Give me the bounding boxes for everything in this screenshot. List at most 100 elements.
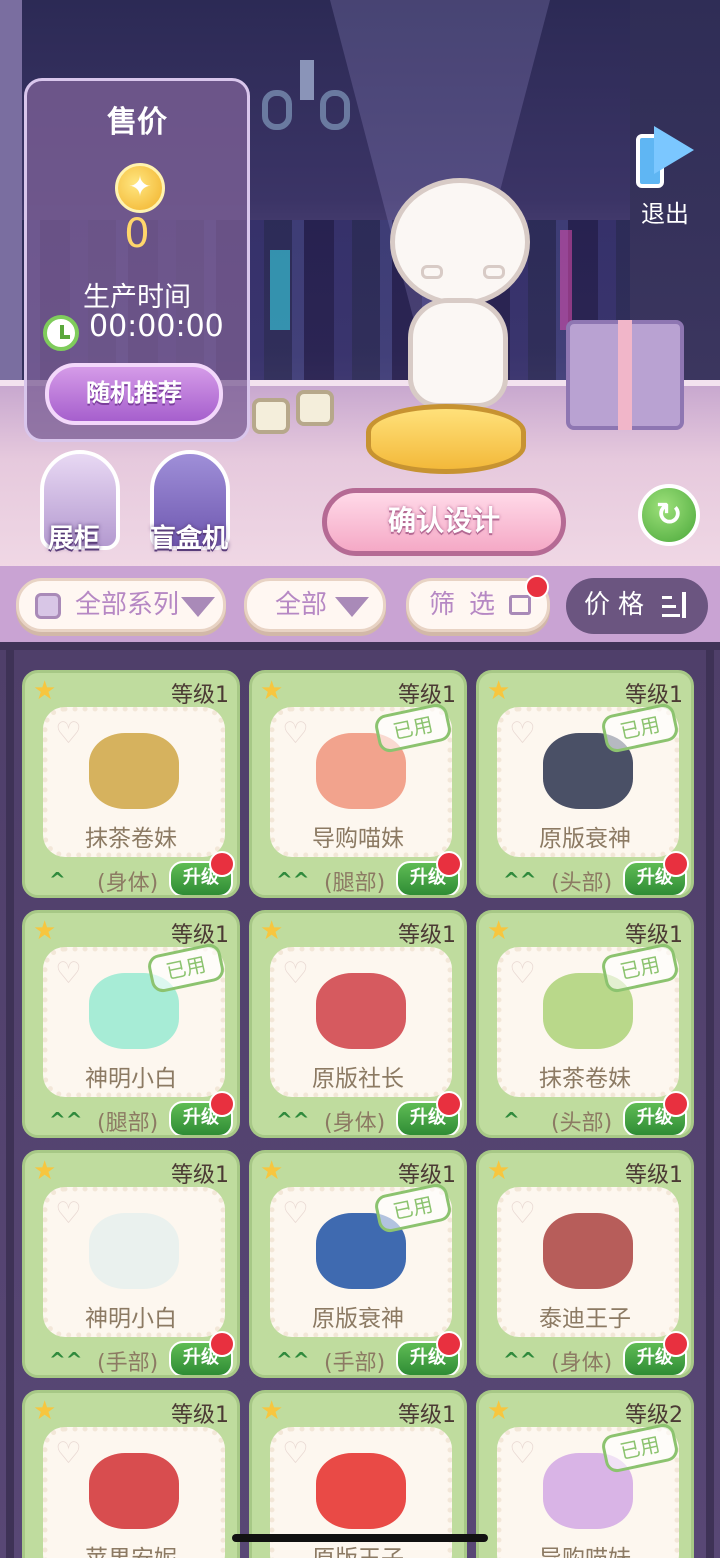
notification-dot — [436, 851, 462, 877]
notification-dot — [436, 1091, 462, 1117]
star-icon[interactable]: ★ — [33, 1397, 61, 1425]
sort-ascending-icon — [662, 592, 694, 622]
item-card[interactable]: ★ 等级1 ♡ 抹茶卷妹 已用 ^ (头部) 升级 — [476, 910, 694, 1138]
item-card[interactable]: ★等级2♡导购喵妹已用 — [476, 1390, 694, 1558]
blindbox-label[interactable]: 盲盒机 — [150, 518, 228, 555]
item-card[interactable]: ★ 等级1 ♡ 神明小白 ^^ (手部) 升级 — [22, 1150, 240, 1378]
item-grid: ★ 等级1 ♡ 抹茶卷妹 ^ (身体) 升级 ★ 等级1 ♡ 导购喵妹 已用 ^^ (腿部) 升级 ★ 等级1 ♡… — [0, 642, 720, 1558]
item-name: 苹果安妮 — [25, 1539, 237, 1558]
exit-icon[interactable] — [630, 120, 704, 190]
chevron-down-icon — [335, 597, 369, 617]
item-card[interactable]: ★ 等级1 ♡ 泰迪王子 ^^ (身体) 升级 — [476, 1150, 694, 1378]
item-name: 抹茶卷妹 — [85, 826, 177, 852]
item-level: 等级1 — [171, 1403, 229, 1428]
item-level: 等级1 — [398, 1403, 456, 1428]
rank-up-icon: ^^ — [276, 1348, 310, 1372]
notification-dot — [209, 851, 235, 877]
heart-icon[interactable]: ♡ — [282, 1439, 309, 1469]
category-filter-dropdown[interactable]: 全部 — [244, 578, 386, 632]
star-icon[interactable]: ★ — [487, 1397, 515, 1425]
star-icon[interactable]: ★ — [33, 677, 61, 705]
item-card[interactable]: ★ 等级1 ♡ 原版社长 ^^ (身体) 升级 — [249, 910, 467, 1138]
price-panel: 售价 ✦ 0 生产时间 00:00:00 随机推荐 — [24, 78, 250, 442]
rank-up-icon: ^^ — [49, 1348, 83, 1372]
item-image — [316, 973, 406, 1049]
heart-icon[interactable]: ♡ — [282, 719, 309, 749]
exit-label[interactable]: 退出 — [632, 194, 698, 229]
item-level: 等级1 — [625, 1163, 683, 1188]
claw-icon — [262, 60, 352, 140]
item-part: (腿部) — [97, 1111, 159, 1136]
star-icon[interactable]: ★ — [260, 917, 288, 945]
star-icon[interactable]: ★ — [260, 1397, 288, 1425]
notification-dot — [663, 851, 689, 877]
star-icon[interactable]: ★ — [260, 677, 288, 705]
price-sort-button[interactable]: 价格 — [566, 578, 708, 634]
heart-icon[interactable]: ♡ — [509, 1439, 536, 1469]
heart-icon[interactable]: ♡ — [55, 959, 82, 989]
cabinet-label[interactable]: 展柜 — [48, 518, 100, 555]
item-card[interactable]: ★ 等级1 ♡ 导购喵妹 已用 ^^ (腿部) 升级 — [249, 670, 467, 898]
item-name: 神明小白 — [85, 1306, 177, 1332]
series-filter-dropdown[interactable]: 全部系列 — [16, 578, 226, 632]
item-part: (身体) — [324, 1111, 386, 1136]
item-image — [89, 1213, 179, 1289]
item-part: (手部) — [324, 1351, 386, 1376]
star-icon[interactable]: ★ — [260, 1157, 288, 1185]
item-name: 神明小白 — [85, 1066, 177, 1092]
item-part: (手部) — [97, 1351, 159, 1376]
heart-icon[interactable]: ♡ — [509, 719, 536, 749]
heart-icon[interactable]: ♡ — [509, 1199, 536, 1229]
item-name: 泰迪王子 — [539, 1306, 631, 1332]
heart-icon[interactable]: ♡ — [55, 1439, 82, 1469]
item-level: 等级2 — [625, 1403, 683, 1428]
coin-icon: ✦ — [115, 163, 165, 213]
item-level: 等级1 — [398, 683, 456, 708]
rank-up-icon: ^ — [503, 1108, 520, 1132]
filter-bar: 全部系列 全部 筛选 价格 — [0, 566, 720, 642]
rank-up-icon: ^^ — [49, 1108, 83, 1132]
item-image — [543, 1213, 633, 1289]
item-name: 原版衰神 — [312, 1306, 404, 1332]
rank-up-icon: ^ — [49, 868, 66, 892]
heart-icon[interactable]: ♡ — [282, 959, 309, 989]
gift-box — [566, 320, 684, 430]
item-level: 等级1 — [398, 923, 456, 948]
heart-icon[interactable]: ♡ — [55, 1199, 82, 1229]
item-name: 导购喵妹 — [312, 826, 404, 852]
item-card[interactable]: ★等级1♡原版王子 — [249, 1390, 467, 1558]
item-card[interactable]: ★ 等级1 ♡ 原版衰神 已用 ^^ (头部) 升级 — [476, 670, 694, 898]
series-icon — [35, 593, 61, 619]
price-value: 0 — [124, 211, 150, 257]
item-name: 导购喵妹 — [479, 1539, 691, 1558]
heart-icon[interactable]: ♡ — [55, 719, 82, 749]
item-card[interactable]: ★ 等级1 ♡ 苹果安妮 — [22, 1390, 240, 1558]
star-icon[interactable]: ★ — [487, 677, 515, 705]
item-card[interactable]: ★ 等级1 ♡ 神明小白 已用 ^^ (腿部) 升级 — [22, 910, 240, 1138]
star-icon[interactable]: ★ — [487, 917, 515, 945]
heart-icon[interactable]: ♡ — [282, 1199, 309, 1229]
star-icon[interactable]: ★ — [33, 1157, 61, 1185]
home-indicator[interactable] — [232, 1534, 488, 1542]
item-level: 等级1 — [171, 683, 229, 708]
item-part: (头部) — [551, 871, 613, 896]
price-title: 售价 — [107, 105, 167, 140]
clock-icon — [43, 315, 79, 351]
mannequin-preview[interactable] — [360, 178, 540, 488]
rank-up-icon: ^^ — [503, 1348, 537, 1372]
random-recommend-button[interactable]: 随机推荐 — [45, 363, 223, 425]
item-level: 等级1 — [171, 923, 229, 948]
item-name: 原版衰神 — [539, 826, 631, 852]
filter-button[interactable]: 筛选 — [406, 575, 550, 632]
item-card[interactable]: ★ 等级1 ♡ 原版衰神 已用 ^^ (手部) 升级 — [249, 1150, 467, 1378]
refresh-icon[interactable]: ↻ — [638, 484, 700, 546]
item-image — [89, 1453, 179, 1529]
star-icon[interactable]: ★ — [33, 917, 61, 945]
item-level: 等级1 — [398, 1163, 456, 1188]
item-level: 等级1 — [171, 1163, 229, 1188]
star-icon[interactable]: ★ — [487, 1157, 515, 1185]
item-image — [89, 733, 179, 809]
item-card[interactable]: ★ 等级1 ♡ 抹茶卷妹 ^ (身体) 升级 — [22, 670, 240, 898]
heart-icon[interactable]: ♡ — [509, 959, 536, 989]
confirm-design-button[interactable]: 确认设计 — [322, 488, 566, 556]
